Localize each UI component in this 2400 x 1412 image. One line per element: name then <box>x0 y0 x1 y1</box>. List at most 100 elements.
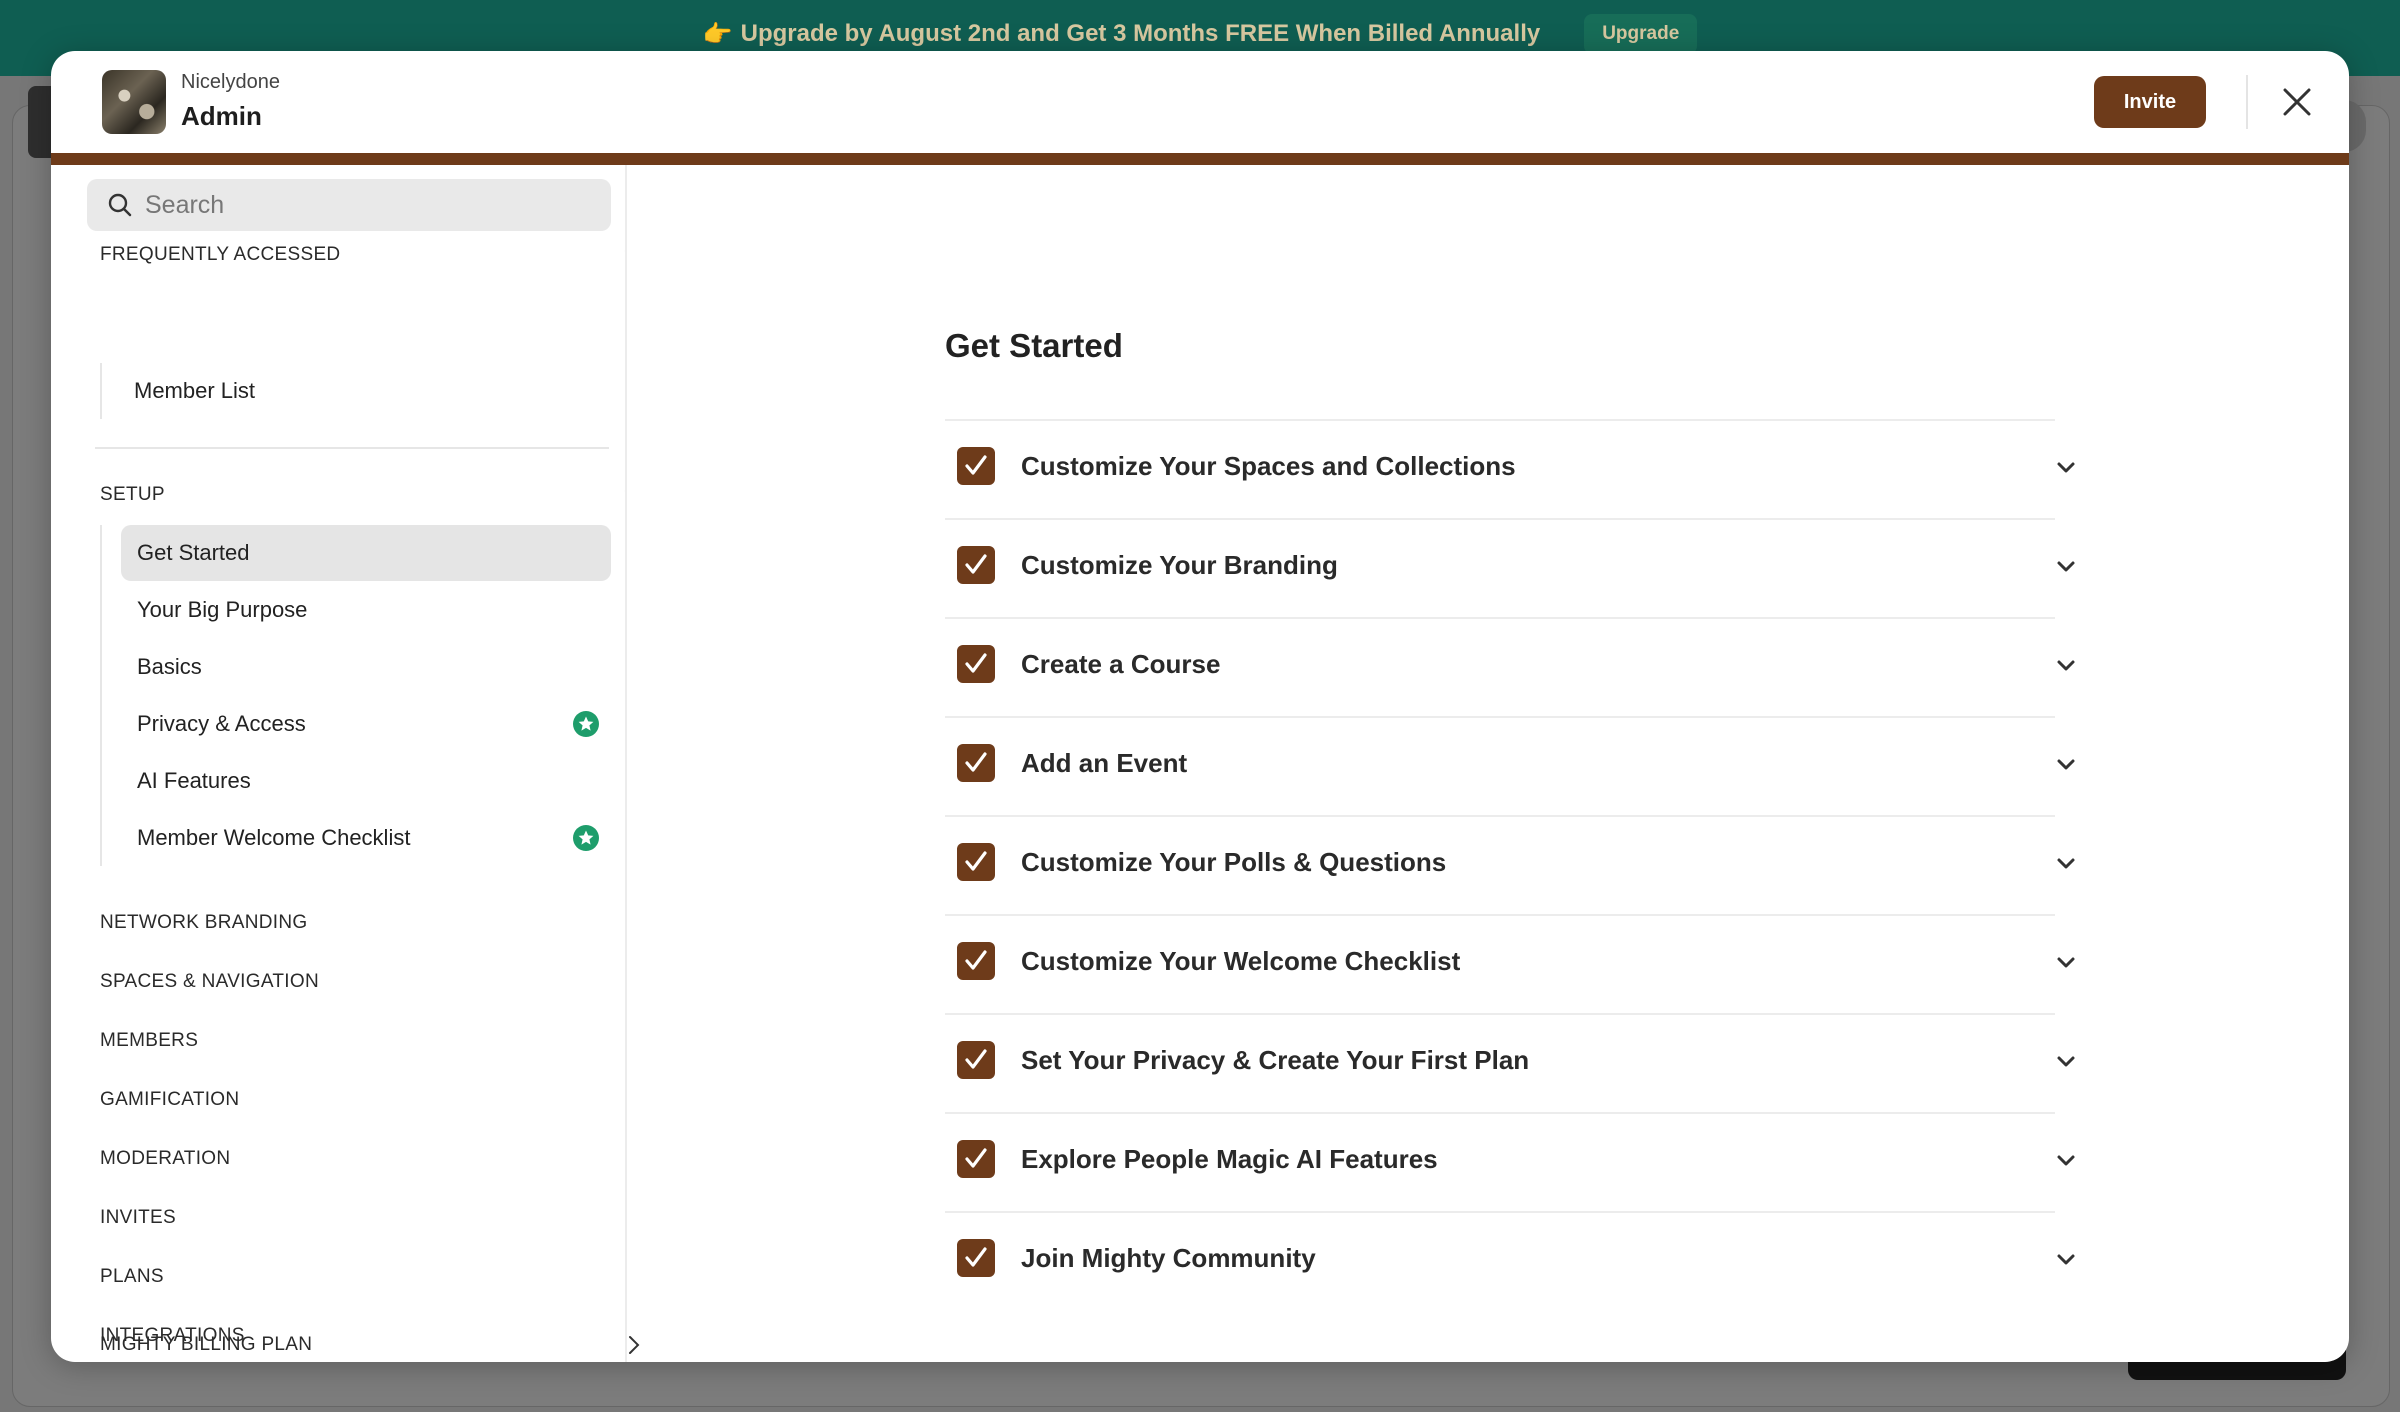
sidebar-item-label: Member Welcome Checklist <box>137 825 411 850</box>
checklist-item-welcome-checklist[interactable]: Customize Your Welcome Checklist <box>945 916 2075 1015</box>
checklist-item-course[interactable]: Create a Course <box>945 619 2075 718</box>
section-label: SETUP <box>100 484 165 505</box>
star-badge-icon <box>573 711 599 737</box>
section-label: MODERATION <box>100 1148 231 1169</box>
checkbox-checked[interactable] <box>957 942 995 980</box>
chevron-right-icon <box>622 1029 627 1053</box>
invite-button[interactable]: Invite <box>2094 76 2206 128</box>
chevron-right-icon <box>622 911 627 935</box>
section-invites[interactable]: INVITES <box>100 1198 627 1238</box>
section-plans[interactable]: PLANS <box>100 1257 625 1297</box>
sidebar-item-basics[interactable]: Basics <box>121 639 611 695</box>
admin-sidebar: FREQUENTLY ACCESSED Member List SETUP Ge… <box>51 165 627 1362</box>
check-icon <box>965 653 987 673</box>
checklist-item-label: Customize Your Polls & Questions <box>1021 847 1447 877</box>
section-label: SPACES & NAVIGATION <box>100 971 319 992</box>
sidebar-item-ai-features[interactable]: AI Features <box>121 753 611 809</box>
chevron-right-icon <box>629 1336 640 1354</box>
section-network-branding[interactable]: NETWORK BRANDING <box>100 903 627 943</box>
chevron-right-icon <box>622 1088 627 1112</box>
sidebar-item-your-big-purpose[interactable]: Your Big Purpose <box>121 582 611 638</box>
section-moderation[interactable]: MODERATION <box>100 1139 625 1179</box>
section-frequently-accessed[interactable]: FREQUENTLY ACCESSED <box>100 235 627 275</box>
checkbox-checked[interactable] <box>957 1140 995 1178</box>
sidebar-item-member-list[interactable]: Member List <box>118 363 608 419</box>
chevron-right-icon <box>622 970 627 994</box>
chevron-down-icon[interactable] <box>2053 851 2079 877</box>
checkbox-checked[interactable] <box>957 744 995 782</box>
section-label: NETWORK BRANDING <box>100 912 308 933</box>
checklist-item-spaces[interactable]: Customize Your Spaces and Collections <box>945 421 2075 520</box>
search-input[interactable] <box>143 189 587 221</box>
sidebar-item-member-welcome-checklist[interactable]: Member Welcome Checklist <box>121 810 611 866</box>
checklist-item-event[interactable]: Add an Event <box>945 718 2075 817</box>
checkbox-checked[interactable] <box>957 843 995 881</box>
check-icon <box>965 1148 987 1168</box>
checklist-item-people-magic[interactable]: Explore People Magic AI Features <box>945 1114 2075 1213</box>
sidebar-item-label: Member List <box>134 378 256 403</box>
section-label: FREQUENTLY ACCESSED <box>100 244 341 265</box>
banner-upgrade-button[interactable]: Upgrade <box>1584 14 1698 54</box>
search-icon <box>107 192 133 218</box>
star-badge-icon <box>573 825 599 851</box>
sidebar-item-privacy-access[interactable]: Privacy & Access <box>121 696 611 752</box>
org-name: Nicelydone <box>181 71 280 93</box>
chevron-down-icon[interactable] <box>2053 1247 2079 1273</box>
section-mighty-billing-plan[interactable]: MIGHTY BILLING PLAN <box>100 1325 640 1362</box>
close-button[interactable] <box>2276 81 2318 123</box>
sidebar-item-label: AI Features <box>137 768 251 793</box>
checklist-item-branding[interactable]: Customize Your Branding <box>945 520 2075 619</box>
chevron-down-icon[interactable] <box>2053 1049 2079 1075</box>
get-started-checklist: Customize Your Spaces and Collections Cu… <box>945 419 2075 1310</box>
checklist-item-label: Customize Your Spaces and Collections <box>1021 451 1516 481</box>
chevron-down-icon[interactable] <box>2053 752 2079 778</box>
chevron-down-icon <box>622 243 627 267</box>
check-icon <box>965 950 987 970</box>
header-divider <box>2246 75 2248 129</box>
checklist-item-label: Add an Event <box>1021 748 1188 778</box>
setup-list-rail <box>100 525 102 866</box>
frequent-list-rail <box>100 363 104 419</box>
checkbox-checked[interactable] <box>957 546 995 584</box>
section-spaces-navigation[interactable]: SPACES & NAVIGATION <box>100 962 627 1002</box>
section-members[interactable]: MEMBERS <box>100 1021 627 1061</box>
section-label: INVITES <box>100 1207 177 1228</box>
chevron-down-icon[interactable] <box>2053 455 2079 481</box>
modal-header: Nicelydone Admin Invite <box>51 51 2349 165</box>
chevron-down-icon[interactable] <box>2053 950 2079 976</box>
checklist-item-privacy-plan[interactable]: Set Your Privacy & Create Your First Pla… <box>945 1015 2075 1114</box>
checkbox-checked[interactable] <box>957 447 995 485</box>
checklist-item-label: Customize Your Welcome Checklist <box>1021 946 1461 976</box>
checkbox-checked[interactable] <box>957 1239 995 1277</box>
sidebar-item-label: Get Started <box>137 540 250 565</box>
checkbox-checked[interactable] <box>957 1041 995 1079</box>
section-gamification[interactable]: GAMIFICATION <box>100 1080 627 1120</box>
section-label: PLANS <box>100 1266 164 1287</box>
check-icon <box>965 752 987 772</box>
chevron-down-icon[interactable] <box>2053 554 2079 580</box>
check-icon <box>965 455 987 475</box>
search-box[interactable] <box>87 179 611 231</box>
section-setup[interactable]: SETUP <box>100 475 625 515</box>
check-icon <box>965 554 987 574</box>
check-icon <box>965 851 987 871</box>
sidebar-item-label: Your Big Purpose <box>137 597 308 622</box>
checklist-item-polls[interactable]: Customize Your Polls & Questions <box>945 817 2075 916</box>
check-icon <box>965 1247 987 1267</box>
section-label: MIGHTY BILLING PLAN <box>100 1334 313 1355</box>
chevron-right-icon <box>622 1206 627 1230</box>
checkbox-checked[interactable] <box>957 645 995 683</box>
chevron-down-icon[interactable] <box>2053 653 2079 679</box>
pointing-hand-icon: 👉 <box>702 21 733 48</box>
chevron-down-icon[interactable] <box>2053 1148 2079 1174</box>
check-icon <box>965 1049 987 1069</box>
banner-text: Upgrade by August 2nd and Get 3 Months F… <box>740 20 1541 47</box>
sidebar-divider <box>95 447 609 449</box>
checklist-item-label: Customize Your Branding <box>1021 550 1338 580</box>
checklist-item-label: Join Mighty Community <box>1021 1243 1316 1273</box>
checklist-item-label: Create a Course <box>1021 649 1221 679</box>
checklist-item-label: Explore People Magic AI Features <box>1021 1144 1438 1174</box>
section-label: GAMIFICATION <box>100 1089 240 1110</box>
sidebar-item-get-started[interactable]: Get Started <box>121 525 611 581</box>
checklist-item-mighty-community[interactable]: Join Mighty Community <box>945 1213 2075 1310</box>
